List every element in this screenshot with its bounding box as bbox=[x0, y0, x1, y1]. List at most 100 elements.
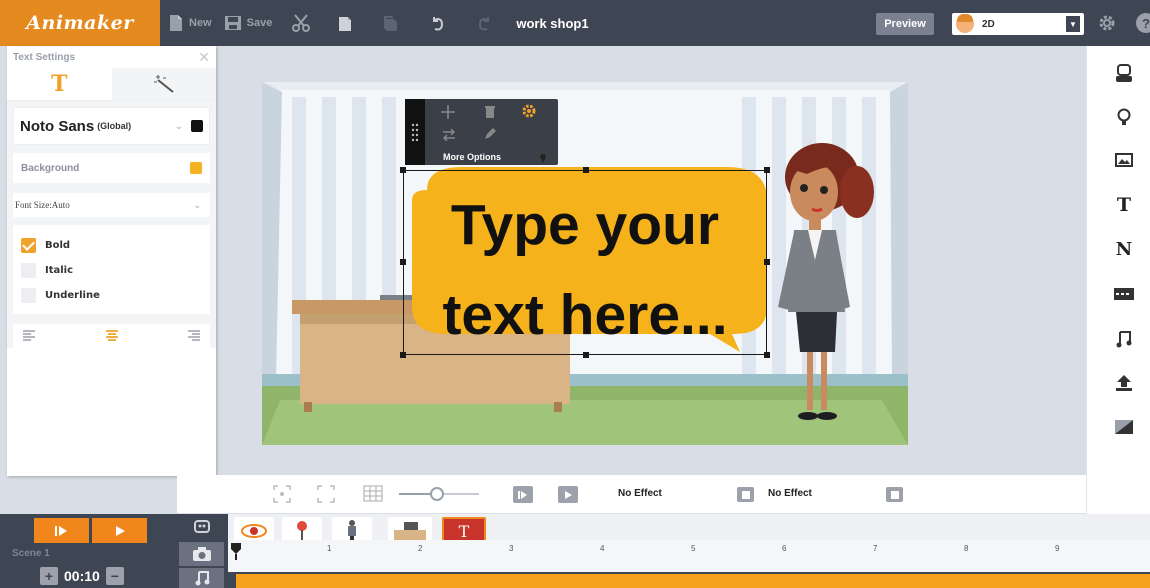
ruler-mark: 9 bbox=[1055, 544, 1060, 553]
font-size-label: Font Size:Auto bbox=[15, 200, 70, 210]
italic-option[interactable]: Italic bbox=[21, 258, 202, 283]
paste-button[interactable] bbox=[376, 0, 406, 46]
robot-icon[interactable] bbox=[179, 514, 224, 540]
background-icon[interactable] bbox=[1114, 417, 1134, 437]
gear-icon[interactable] bbox=[522, 104, 536, 118]
help-icon[interactable]: ? bbox=[1136, 13, 1150, 33]
duration-control: + 00:10 − bbox=[40, 567, 124, 585]
move-icon[interactable] bbox=[441, 105, 455, 119]
play-effect-button[interactable] bbox=[558, 486, 578, 503]
zoom-fit-icon[interactable] bbox=[273, 485, 291, 503]
selection-box[interactable] bbox=[400, 167, 770, 358]
delete-icon[interactable] bbox=[484, 105, 496, 119]
ruler-mark: 1 bbox=[327, 544, 332, 553]
tab-text[interactable]: T bbox=[7, 68, 112, 100]
copy-button[interactable] bbox=[330, 0, 360, 46]
font-scope: (Global) bbox=[97, 121, 132, 131]
zoom-actual-icon[interactable] bbox=[317, 485, 335, 503]
music-track-icon[interactable] bbox=[179, 568, 224, 588]
swap-icon[interactable] bbox=[442, 129, 456, 141]
mode-select-value: 2D bbox=[982, 18, 995, 30]
undo-button[interactable] bbox=[424, 0, 450, 46]
font-color-swatch[interactable] bbox=[191, 120, 203, 132]
eye-icon bbox=[241, 524, 267, 538]
character-panel-icon[interactable] bbox=[1114, 64, 1134, 84]
underline-checkbox[interactable] bbox=[21, 288, 36, 303]
element-options-toolbar: More Options bbox=[405, 99, 558, 165]
exit-effect-label[interactable]: No Effect bbox=[768, 488, 812, 499]
scene-duration-bar[interactable] bbox=[236, 574, 1150, 588]
align-center-icon[interactable] bbox=[105, 330, 119, 342]
animaker-editor: Animaker New Save work shop1 Preview 2D bbox=[0, 0, 1150, 588]
camera-icon[interactable] bbox=[179, 542, 224, 566]
property-icon[interactable] bbox=[1114, 108, 1134, 128]
scene-label: Scene 1 bbox=[12, 548, 50, 559]
panel-title: Text Settings bbox=[13, 51, 76, 63]
resize-handle-se[interactable] bbox=[764, 352, 770, 358]
background-color-swatch[interactable] bbox=[190, 162, 202, 174]
text-icon: T bbox=[51, 71, 68, 97]
resize-handle-nw[interactable] bbox=[400, 167, 406, 173]
image-icon[interactable] bbox=[1114, 150, 1134, 170]
zoom-slider[interactable] bbox=[397, 484, 479, 504]
play-button[interactable] bbox=[92, 518, 147, 543]
save-icon bbox=[224, 16, 241, 30]
more-options-button[interactable]: More Options bbox=[443, 152, 501, 162]
underline-option[interactable]: Underline bbox=[21, 283, 202, 308]
effect-square-icon bbox=[890, 490, 899, 499]
tab-effects[interactable] bbox=[111, 68, 216, 100]
redo-button[interactable] bbox=[472, 0, 498, 46]
timeline-ruler[interactable]: 1 2 3 4 5 6 7 8 9 bbox=[228, 540, 1150, 572]
italic-checkbox[interactable] bbox=[21, 263, 36, 278]
document-title[interactable]: work shop1 bbox=[516, 16, 588, 31]
play-scene-button[interactable] bbox=[34, 518, 89, 543]
ruler-mark: 3 bbox=[509, 544, 514, 553]
exit-effect-settings-button[interactable] bbox=[886, 487, 903, 502]
font-size-select[interactable]: Font Size:Auto ⌄ bbox=[13, 193, 210, 217]
new-button[interactable]: New bbox=[162, 0, 218, 46]
edit-pencil-icon[interactable] bbox=[483, 127, 497, 141]
font-family-select[interactable]: Noto Sans (Global) ⌄ bbox=[13, 107, 210, 145]
effect-square-icon bbox=[741, 490, 750, 499]
resize-handle-ne[interactable] bbox=[764, 167, 770, 173]
effect-settings-button[interactable] bbox=[737, 487, 754, 502]
grid-icon[interactable] bbox=[363, 485, 383, 502]
text-tool-icon[interactable]: T bbox=[1114, 194, 1134, 216]
increase-duration-button[interactable]: + bbox=[40, 567, 58, 585]
playhead-icon[interactable] bbox=[230, 542, 242, 560]
music-icon[interactable] bbox=[1114, 329, 1134, 349]
alignment-row bbox=[13, 324, 210, 348]
align-left-icon[interactable] bbox=[23, 330, 37, 342]
background-row[interactable]: Background bbox=[13, 153, 210, 183]
video-icon[interactable] bbox=[1114, 284, 1134, 304]
decrease-duration-button[interactable]: − bbox=[105, 567, 124, 585]
enter-effect-label[interactable]: No Effect bbox=[618, 488, 662, 499]
mode-select[interactable]: 2D ▼ bbox=[952, 13, 1084, 35]
settings-icon[interactable] bbox=[1098, 14, 1116, 32]
resize-handle-w[interactable] bbox=[400, 259, 406, 265]
character-icon bbox=[956, 14, 974, 33]
bold-option[interactable]: Bold bbox=[21, 233, 202, 258]
underline-label: Underline bbox=[45, 290, 100, 301]
save-button[interactable]: Save bbox=[218, 0, 279, 46]
close-icon[interactable]: ✕ bbox=[198, 49, 210, 66]
upload-icon[interactable] bbox=[1114, 373, 1134, 393]
number-icon[interactable]: N bbox=[1114, 239, 1134, 260]
resize-handle-e[interactable] bbox=[764, 259, 770, 265]
resize-handle-n[interactable] bbox=[583, 167, 589, 173]
cut-button[interactable] bbox=[286, 0, 316, 46]
grip-icon bbox=[411, 123, 419, 142]
magic-wand-icon bbox=[153, 75, 174, 93]
preview-button[interactable]: Preview bbox=[876, 13, 934, 35]
background-label: Background bbox=[21, 162, 80, 174]
app-logo[interactable]: Animaker bbox=[0, 0, 160, 46]
resize-handle-sw[interactable] bbox=[400, 352, 406, 358]
drag-handle[interactable] bbox=[405, 99, 425, 165]
align-right-icon[interactable] bbox=[186, 330, 200, 342]
save-label: Save bbox=[246, 17, 273, 29]
bold-checkbox[interactable] bbox=[21, 238, 36, 253]
new-icon bbox=[170, 15, 182, 31]
resize-handle-s[interactable] bbox=[583, 352, 589, 358]
copy-icon bbox=[339, 17, 352, 31]
enter-effect-button[interactable] bbox=[513, 486, 533, 503]
